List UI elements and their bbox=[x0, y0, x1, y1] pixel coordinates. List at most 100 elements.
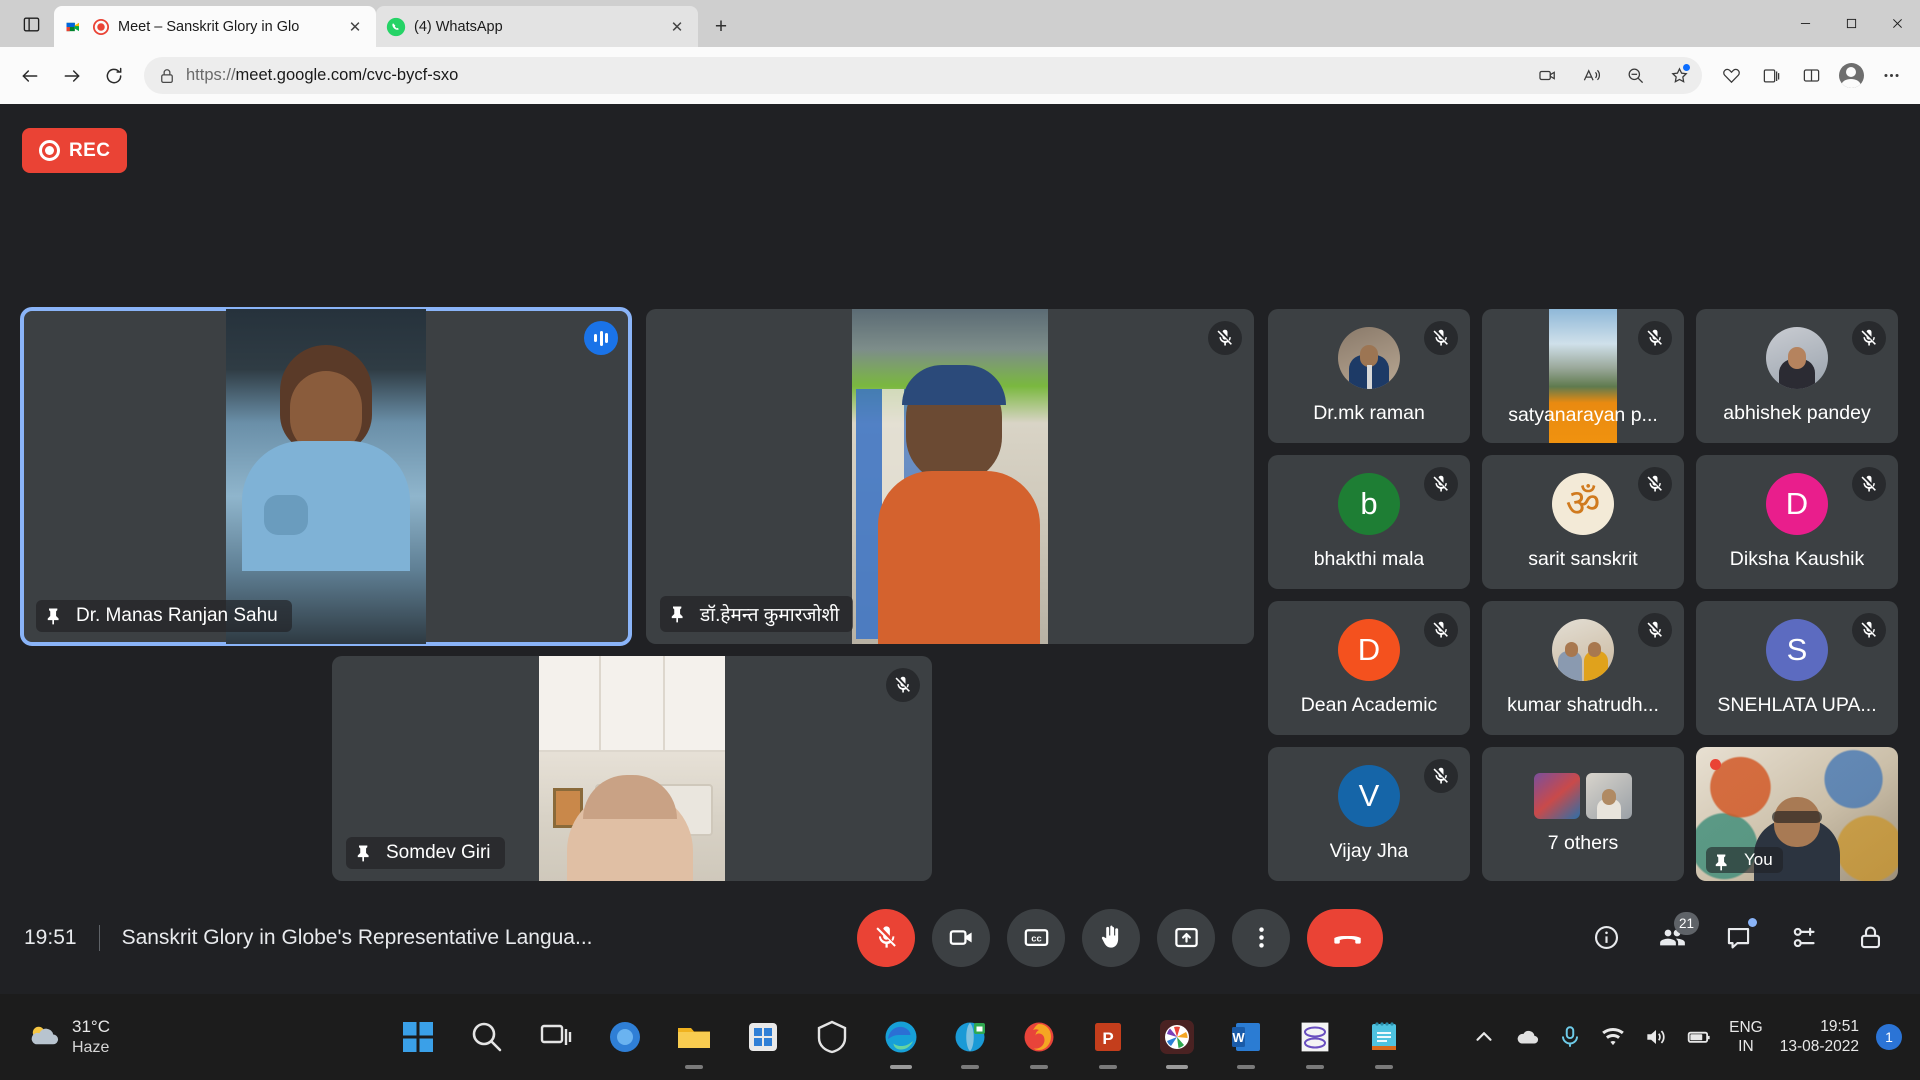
pin-icon[interactable] bbox=[1712, 852, 1732, 868]
zoom-out-icon[interactable] bbox=[1618, 59, 1652, 93]
clock-time: 19:51 bbox=[1780, 1017, 1859, 1037]
minimize-button[interactable] bbox=[1782, 0, 1828, 47]
participant-tile[interactable]: ॐ sarit sanskrit bbox=[1482, 455, 1684, 589]
avatar-initial: D bbox=[1766, 473, 1828, 535]
avatar bbox=[1586, 773, 1632, 819]
participant-tile[interactable]: Dr.mk raman bbox=[1268, 309, 1470, 443]
participant-tile[interactable]: abhishek pandey bbox=[1696, 309, 1898, 443]
microphone-button[interactable] bbox=[857, 909, 915, 967]
avatar-initial: D bbox=[1338, 619, 1400, 681]
widgets-icon[interactable] bbox=[601, 1013, 649, 1061]
others-thumbnails bbox=[1534, 773, 1632, 819]
participant-tile-others[interactable]: 7 others bbox=[1482, 747, 1684, 881]
pin-icon[interactable] bbox=[354, 843, 374, 863]
participant-tile[interactable]: satyanarayan p... bbox=[1482, 309, 1684, 443]
volume-icon[interactable] bbox=[1643, 1024, 1669, 1050]
tab-meet[interactable]: Meet – Sanskrit Glory in Glo ✕ bbox=[54, 6, 376, 47]
captions-button[interactable]: cc bbox=[1007, 909, 1065, 967]
participant-name: bhakthi mala bbox=[1314, 548, 1425, 571]
tab-actions-icon[interactable] bbox=[8, 4, 54, 44]
add-favorite-icon[interactable] bbox=[1712, 57, 1750, 95]
profile-icon[interactable] bbox=[1832, 57, 1870, 95]
video-capture-icon[interactable] bbox=[1530, 59, 1564, 93]
participant-tile[interactable]: D Dean Academic bbox=[1268, 601, 1470, 735]
read-aloud-icon[interactable] bbox=[1574, 59, 1608, 93]
collections-icon[interactable] bbox=[1752, 57, 1790, 95]
pin-icon[interactable] bbox=[668, 604, 688, 624]
excel-icon[interactable] bbox=[1291, 1013, 1339, 1061]
participant-name: kumar shatrudh... bbox=[1507, 694, 1659, 717]
close-window-button[interactable] bbox=[1874, 0, 1920, 47]
more-options-button[interactable] bbox=[1232, 909, 1290, 967]
recording-badge: REC bbox=[22, 128, 127, 173]
participant-name: sarit sanskrit bbox=[1528, 548, 1637, 571]
back-icon[interactable] bbox=[10, 56, 50, 96]
tab-close-icon[interactable]: ✕ bbox=[666, 16, 688, 38]
mute-indicator-icon bbox=[1852, 467, 1886, 501]
pin-icon[interactable] bbox=[44, 606, 64, 626]
start-icon[interactable] bbox=[394, 1013, 442, 1061]
mute-indicator-icon bbox=[886, 668, 920, 702]
url-scheme: https:// bbox=[186, 66, 236, 84]
activities-button[interactable] bbox=[1778, 912, 1830, 964]
microsoft-store-icon[interactable] bbox=[739, 1013, 787, 1061]
clock[interactable]: 19:51 13-08-2022 bbox=[1780, 1017, 1859, 1057]
participant-tile[interactable]: V Vijay Jha bbox=[1268, 747, 1470, 881]
participant-name: Somdev Giri bbox=[386, 842, 491, 864]
forward-icon[interactable] bbox=[52, 56, 92, 96]
tab-whatsapp[interactable]: (4) WhatsApp ✕ bbox=[376, 6, 698, 47]
show-hidden-icons[interactable] bbox=[1471, 1024, 1497, 1050]
split-screen-icon[interactable] bbox=[1792, 57, 1830, 95]
chat-button[interactable] bbox=[1712, 912, 1764, 964]
participant-tile[interactable]: D Diksha Kaushik bbox=[1696, 455, 1898, 589]
video-tile-somdev[interactable]: Somdev Giri bbox=[332, 656, 932, 881]
camera-button[interactable] bbox=[932, 909, 990, 967]
participant-name: SNEHLATA UPA... bbox=[1717, 694, 1876, 717]
participant-name: Diksha Kaushik bbox=[1730, 548, 1864, 571]
edge-icon[interactable] bbox=[877, 1013, 925, 1061]
battery-icon[interactable] bbox=[1686, 1024, 1712, 1050]
whatsapp-icon bbox=[386, 17, 406, 37]
taskbar-apps: P W bbox=[330, 1013, 1471, 1061]
show-everyone-button[interactable]: 21 bbox=[1646, 912, 1698, 964]
participant-tile[interactable]: kumar shatrudh... bbox=[1482, 601, 1684, 735]
powerpoint-icon[interactable]: P bbox=[1084, 1013, 1132, 1061]
notepad-icon[interactable] bbox=[1360, 1013, 1408, 1061]
meeting-details-button[interactable] bbox=[1580, 912, 1632, 964]
weather-widget[interactable]: 31°C Haze bbox=[0, 1016, 330, 1059]
raise-hand-button[interactable] bbox=[1082, 909, 1140, 967]
participant-name: Vijay Jha bbox=[1330, 840, 1409, 863]
tab-close-icon[interactable]: ✕ bbox=[344, 16, 366, 38]
video-tile-speaker[interactable]: Dr. Manas Ranjan Sahu bbox=[22, 309, 630, 644]
maximize-button[interactable] bbox=[1828, 0, 1874, 47]
microphone-icon[interactable] bbox=[1557, 1024, 1583, 1050]
reload-icon[interactable] bbox=[94, 56, 134, 96]
language-indicator[interactable]: ENG IN bbox=[1729, 1018, 1763, 1057]
favorite-icon[interactable] bbox=[1662, 59, 1696, 93]
firefox-icon[interactable] bbox=[1015, 1013, 1063, 1061]
browser-icon[interactable] bbox=[946, 1013, 994, 1061]
task-view-icon[interactable] bbox=[532, 1013, 580, 1061]
pinned-tiles-pane: Dr. Manas Ranjan Sahu bbox=[22, 309, 1254, 881]
leave-call-button[interactable] bbox=[1307, 909, 1383, 967]
video-tile-hemant[interactable]: डॉ.हेमन्त कुमारजोशी bbox=[646, 309, 1254, 644]
notification-badge[interactable]: 1 bbox=[1876, 1024, 1902, 1050]
url-rest: meet.google.com/cvc-bycf-sxo bbox=[236, 66, 459, 84]
participant-tile[interactable]: b bhakthi mala bbox=[1268, 455, 1470, 589]
network-icon[interactable] bbox=[1600, 1024, 1626, 1050]
settings-more-icon[interactable] bbox=[1872, 57, 1910, 95]
onedrive-icon[interactable] bbox=[1514, 1024, 1540, 1050]
google-meet-icon bbox=[64, 17, 84, 37]
word-icon[interactable]: W bbox=[1222, 1013, 1270, 1061]
host-controls-button[interactable] bbox=[1844, 912, 1896, 964]
participant-tile[interactable]: S SNEHLATA UPA... bbox=[1696, 601, 1898, 735]
address-bar[interactable]: https://meet.google.com/cvc-bycf-sxo bbox=[144, 57, 1702, 94]
file-explorer-icon[interactable] bbox=[670, 1013, 718, 1061]
participant-tile-self[interactable]: You bbox=[1696, 747, 1898, 881]
present-button[interactable] bbox=[1157, 909, 1215, 967]
avatar bbox=[1534, 773, 1580, 819]
security-icon[interactable] bbox=[808, 1013, 856, 1061]
new-tab-button[interactable]: + bbox=[704, 10, 738, 44]
search-icon[interactable] bbox=[463, 1013, 511, 1061]
photos-icon[interactable] bbox=[1153, 1013, 1201, 1061]
